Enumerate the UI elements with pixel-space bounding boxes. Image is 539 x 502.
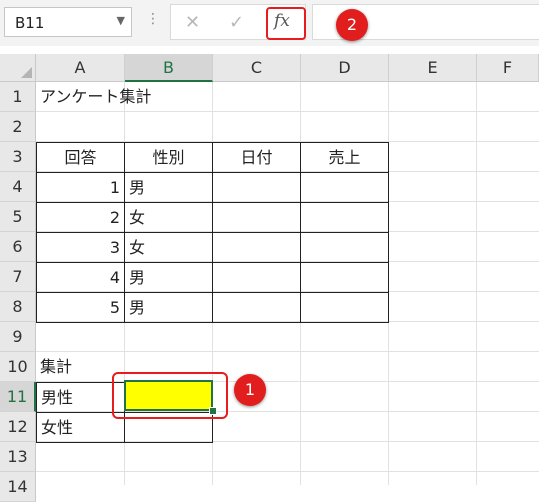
cell-c8[interactable]: [212, 292, 301, 323]
cell-a1[interactable]: アンケート集計: [36, 82, 236, 112]
select-all-corner[interactable]: [0, 54, 36, 82]
name-box-value: B11: [15, 14, 45, 32]
col-header-d[interactable]: D: [301, 54, 389, 82]
cell-highlight-box: [112, 372, 228, 419]
row-header-2[interactable]: 2: [0, 112, 36, 142]
row-header-10[interactable]: 10: [0, 352, 36, 382]
enter-check-icon[interactable]: ✓: [229, 12, 244, 33]
row-header-3[interactable]: 3: [0, 142, 36, 172]
row-header-14[interactable]: 14: [0, 472, 36, 502]
col-header-c[interactable]: C: [213, 54, 301, 82]
cell-b7[interactable]: 男: [124, 262, 213, 293]
gridline: [476, 82, 477, 485]
row-header-5[interactable]: 5: [0, 202, 36, 232]
cell-d7[interactable]: [300, 262, 389, 293]
col-header-a[interactable]: A: [36, 54, 125, 82]
cell-d6[interactable]: [300, 232, 389, 263]
cell-b6[interactable]: 女: [124, 232, 213, 263]
select-all-triangle-icon: [21, 67, 32, 78]
row-header-4[interactable]: 4: [0, 172, 36, 202]
cell-d3[interactable]: 売上: [300, 142, 389, 173]
callout-marker-2: 2: [336, 9, 368, 41]
cell-a6[interactable]: 3: [36, 232, 125, 263]
cell-c7[interactable]: [212, 262, 301, 293]
row-header-13[interactable]: 13: [0, 442, 36, 472]
cell-c4[interactable]: [212, 172, 301, 203]
row-header-8[interactable]: 8: [0, 292, 36, 322]
cell-d4[interactable]: [300, 172, 389, 203]
fx-highlight-box: [266, 7, 306, 40]
gridline: [36, 471, 539, 472]
cell-a7[interactable]: 4: [36, 262, 125, 293]
cell-a4[interactable]: 1: [36, 172, 125, 203]
cell-b8[interactable]: 男: [124, 292, 213, 323]
cancel-icon[interactable]: ✕: [185, 12, 200, 33]
cell-b4[interactable]: 男: [124, 172, 213, 203]
row-header-7[interactable]: 7: [0, 262, 36, 292]
cell-c3[interactable]: 日付: [212, 142, 301, 173]
cell-a8[interactable]: 5: [36, 292, 125, 323]
cell-b3[interactable]: 性別: [124, 142, 213, 173]
cell-b5[interactable]: 女: [124, 202, 213, 233]
row-header-11[interactable]: 11: [0, 382, 36, 412]
cell-d5[interactable]: [300, 202, 389, 233]
callout-marker-1: 1: [234, 374, 266, 406]
cell-c6[interactable]: [212, 232, 301, 263]
cell-c5[interactable]: [212, 202, 301, 233]
col-header-f[interactable]: F: [477, 54, 539, 82]
chevron-down-icon[interactable]: ▼: [117, 14, 125, 27]
cell-a5[interactable]: 2: [36, 202, 125, 233]
cell-a3[interactable]: 回答: [36, 142, 125, 173]
name-box[interactable]: B11 ▼: [4, 7, 132, 37]
cell-a12[interactable]: 女性: [36, 412, 125, 443]
row-header-9[interactable]: 9: [0, 322, 36, 352]
row-header-1[interactable]: 1: [0, 82, 36, 112]
row-header-6[interactable]: 6: [0, 232, 36, 262]
col-header-e[interactable]: E: [389, 54, 477, 82]
col-header-b[interactable]: B: [125, 54, 213, 82]
row-header-12[interactable]: 12: [0, 412, 36, 442]
cell-d8[interactable]: [300, 292, 389, 323]
vertical-dots-icon[interactable]: ⋮: [146, 11, 161, 27]
spreadsheet-grid: A B C D E F 1 2 3 4 5 6 7 8 9 10 11 12 1…: [0, 54, 539, 502]
